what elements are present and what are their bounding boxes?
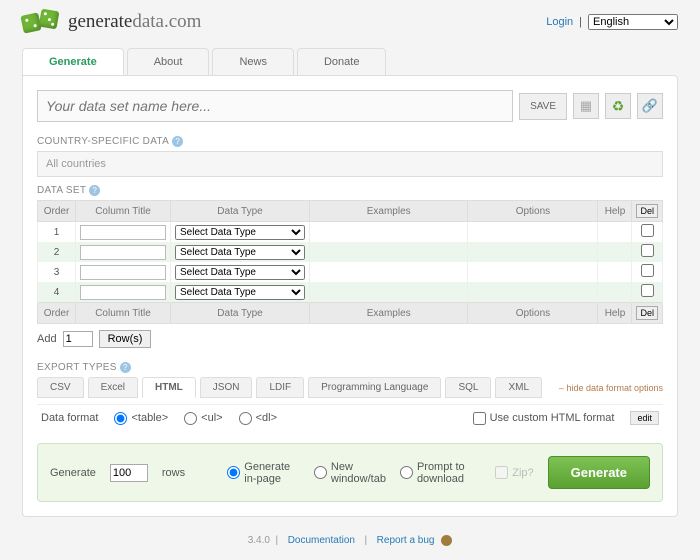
bug-icon <box>441 535 452 546</box>
gen-radio-inpage[interactable]: Generate in-page <box>227 461 300 485</box>
tab-donate[interactable]: Donate <box>297 48 386 75</box>
separator: | <box>579 16 582 28</box>
hide-options-link[interactable]: – hide data format options <box>559 383 663 393</box>
language-select[interactable]: English <box>588 14 678 30</box>
col-title: Column Title <box>76 303 171 324</box>
section-export: EXPORT TYPES? <box>37 362 663 373</box>
tab-generate[interactable]: Generate <box>22 48 124 75</box>
table-row: 4 Select Data Type <box>38 282 663 303</box>
col-dtype: Data Type <box>171 303 310 324</box>
help-icon[interactable]: ? <box>172 136 183 147</box>
row-del-checkbox[interactable] <box>641 224 654 237</box>
row-del-checkbox[interactable] <box>641 284 654 297</box>
generate-button[interactable]: Generate <box>548 456 650 489</box>
column-title-input[interactable] <box>80 265 166 280</box>
use-custom-checkbox[interactable]: Use custom HTML format <box>473 412 615 425</box>
gen-radio-newwin[interactable]: New window/tab <box>314 461 386 485</box>
export-tab-excel[interactable]: Excel <box>88 377 138 398</box>
col-order: Order <box>38 303 76 324</box>
col-title: Column Title <box>76 201 171 222</box>
col-ex: Examples <box>310 201 468 222</box>
fmt-radio-dl[interactable]: <dl> <box>239 412 277 425</box>
column-title-input[interactable] <box>80 225 166 240</box>
export-tab-json[interactable]: JSON <box>200 377 253 398</box>
main-nav: Generate About News Donate <box>0 48 700 75</box>
table-row: 2 Select Data Type <box>38 242 663 262</box>
footer: 3.4.0 | Documentation | Report a bug <box>0 529 700 560</box>
table-row: 1 Select Data Type <box>38 222 663 243</box>
data-format-label: Data format <box>41 412 98 424</box>
row-count-input[interactable] <box>110 464 148 482</box>
version-text: 3.4.0 <box>248 535 270 546</box>
dataset-name-input[interactable] <box>37 90 513 122</box>
brand-text: generatedata.com <box>68 11 201 33</box>
gen-radio-download[interactable]: Prompt to download <box>400 461 481 485</box>
tab-news[interactable]: News <box>212 48 294 75</box>
section-country: COUNTRY-SPECIFIC DATA? <box>37 136 663 147</box>
col-dtype: Data Type <box>171 201 310 222</box>
section-dataset: DATA SET? <box>37 185 663 196</box>
export-tab-xml[interactable]: XML <box>495 377 542 398</box>
del-all-button[interactable]: Del <box>636 204 658 218</box>
col-help: Help <box>598 201 632 222</box>
generate-label: Generate <box>50 467 96 479</box>
column-title-input[interactable] <box>80 285 166 300</box>
col-ex: Examples <box>310 303 468 324</box>
col-del: Del <box>632 201 663 222</box>
row-del-checkbox[interactable] <box>641 264 654 277</box>
export-tab-sql[interactable]: SQL <box>445 377 491 398</box>
col-help: Help <box>598 303 632 324</box>
dataset-grid: Order Column Title Data Type Examples Op… <box>37 200 663 324</box>
fmt-radio-ul[interactable]: <ul> <box>184 412 222 425</box>
rows-label: rows <box>162 467 185 479</box>
table-row: 3 Select Data Type <box>38 262 663 282</box>
add-count-input[interactable] <box>63 331 93 347</box>
tab-about[interactable]: About <box>127 48 210 75</box>
zip-checkbox[interactable]: Zip? <box>495 466 533 479</box>
datatype-select[interactable]: Select Data Type <box>175 245 305 260</box>
clear-icon[interactable]: ♻ <box>605 93 631 119</box>
edit-button[interactable]: edit <box>630 411 659 425</box>
column-title-input[interactable] <box>80 245 166 260</box>
del-all-button[interactable]: Del <box>636 306 658 320</box>
help-icon[interactable]: ? <box>89 185 100 196</box>
datatype-select[interactable]: Select Data Type <box>175 265 305 280</box>
login-link[interactable]: Login <box>546 16 573 28</box>
help-icon[interactable]: ? <box>120 362 131 373</box>
row-del-checkbox[interactable] <box>641 244 654 257</box>
datatype-select[interactable]: Select Data Type <box>175 285 305 300</box>
col-del: Del <box>632 303 663 324</box>
fmt-radio-table[interactable]: <table> <box>114 412 168 425</box>
export-tab-csv[interactable]: CSV <box>37 377 84 398</box>
export-tab-html[interactable]: HTML <box>142 377 196 398</box>
row-order: 2 <box>38 242 76 262</box>
documentation-link[interactable]: Documentation <box>288 535 355 546</box>
dice-icon <box>22 8 62 36</box>
logo: generatedata.com <box>22 8 201 36</box>
export-tab-ldif[interactable]: LDIF <box>256 377 304 398</box>
row-order: 4 <box>38 282 76 303</box>
export-tab-proglang[interactable]: Programming Language <box>308 377 441 398</box>
add-label: Add <box>37 333 57 345</box>
save-button[interactable]: SAVE <box>519 93 567 120</box>
col-opts: Options <box>468 201 598 222</box>
row-order: 1 <box>38 222 76 243</box>
row-order: 3 <box>38 262 76 282</box>
link-icon[interactable]: 🔗 <box>637 93 663 119</box>
country-select[interactable]: All countries <box>37 151 663 177</box>
datatype-select[interactable]: Select Data Type <box>175 225 305 240</box>
col-order: Order <box>38 201 76 222</box>
history-icon[interactable]: ▦ <box>573 93 599 119</box>
add-rows-button[interactable]: Row(s) <box>99 330 152 348</box>
col-opts: Options <box>468 303 598 324</box>
report-bug-link[interactable]: Report a bug <box>377 535 435 546</box>
